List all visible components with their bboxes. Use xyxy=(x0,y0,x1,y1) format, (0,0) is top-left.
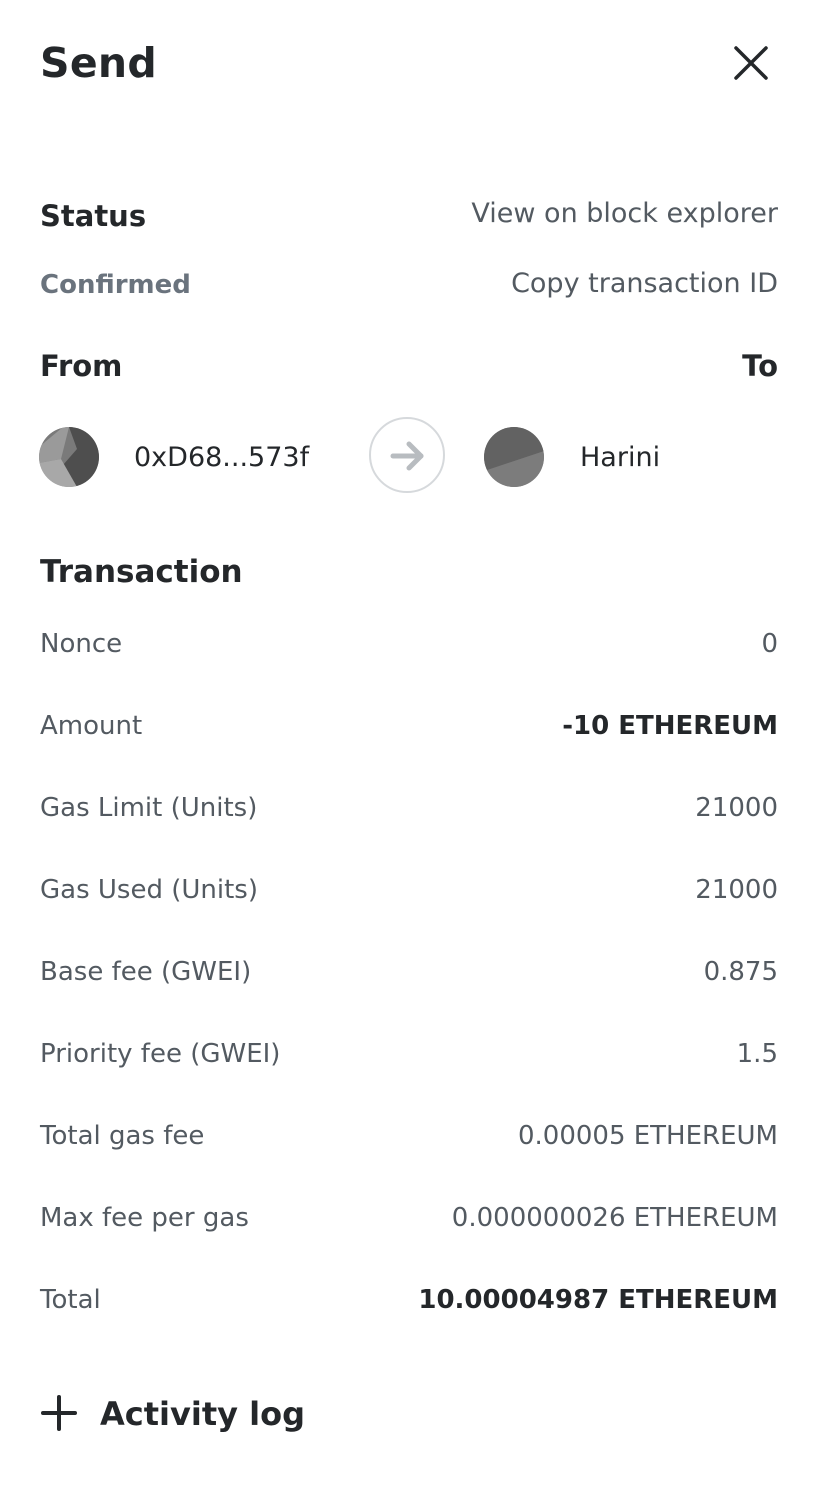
status-badge: Confirmed xyxy=(40,270,191,300)
tx-row-total: Total 10.00004987 ETHEREUM xyxy=(40,1280,778,1320)
arrow-right-icon xyxy=(390,441,424,471)
tx-value: 21000 xyxy=(695,875,778,905)
tx-row-total-gas-fee: Total gas fee 0.00005 ETHEREUM xyxy=(40,1116,778,1156)
arrow-circle xyxy=(369,417,445,493)
tx-label: Nonce xyxy=(40,629,123,659)
close-button[interactable] xyxy=(728,40,774,86)
tx-label: Priority fee (GWEI) xyxy=(40,1039,281,1069)
view-on-block-explorer-link[interactable]: View on block explorer xyxy=(471,197,778,231)
tx-label: Base fee (GWEI) xyxy=(40,957,252,987)
tx-value: 0 xyxy=(761,629,778,659)
close-icon[interactable] xyxy=(728,40,774,86)
tx-value: 10.00004987 ETHEREUM xyxy=(418,1285,778,1315)
from-avatar-identicon xyxy=(39,427,99,487)
tx-row-nonce: Nonce 0 xyxy=(40,624,778,664)
plus-icon[interactable] xyxy=(40,1394,78,1432)
tx-label: Gas Limit (Units) xyxy=(40,793,258,823)
tx-row-max-fee-per-gas: Max fee per gas 0.000000026 ETHEREUM xyxy=(40,1198,778,1238)
tx-value: 1.5 xyxy=(736,1039,778,1069)
from-avatar xyxy=(39,427,99,487)
tx-label: Gas Used (Units) xyxy=(40,875,258,905)
tx-label: Max fee per gas xyxy=(40,1203,249,1233)
tx-row-base-fee: Base fee (GWEI) 0.875 xyxy=(40,952,778,992)
tx-label: Total gas fee xyxy=(40,1121,205,1151)
transaction-details-panel: Send Status View on block explorer Confi… xyxy=(0,0,815,1495)
tx-row-amount: Amount -10 ETHEREUM xyxy=(40,706,778,746)
tx-value: 21000 xyxy=(695,793,778,823)
status-label: Status xyxy=(40,199,147,233)
to-label: To xyxy=(742,349,778,383)
activity-log-label[interactable]: Activity log xyxy=(100,1390,305,1438)
tx-value: 0.875 xyxy=(703,957,778,987)
tx-value: 0.000000026 ETHEREUM xyxy=(451,1203,778,1233)
tx-row-gas-used: Gas Used (Units) 21000 xyxy=(40,870,778,910)
tx-label: Total xyxy=(40,1285,101,1315)
tx-label: Amount xyxy=(40,711,143,741)
to-avatar-identicon xyxy=(484,427,544,487)
to-name[interactable]: Harini xyxy=(580,441,660,475)
to-avatar xyxy=(484,427,544,487)
from-label: From xyxy=(40,349,123,383)
transaction-section-title: Transaction xyxy=(40,554,243,590)
tx-row-gas-limit: Gas Limit (Units) 21000 xyxy=(40,788,778,828)
tx-value: -10 ETHEREUM xyxy=(562,711,778,741)
from-address[interactable]: 0xD68...573f xyxy=(134,441,309,475)
tx-row-priority-fee: Priority fee (GWEI) 1.5 xyxy=(40,1034,778,1074)
tx-value: 0.00005 ETHEREUM xyxy=(517,1121,778,1151)
page-title: Send xyxy=(40,39,158,87)
copy-transaction-id-link[interactable]: Copy transaction ID xyxy=(511,267,778,301)
